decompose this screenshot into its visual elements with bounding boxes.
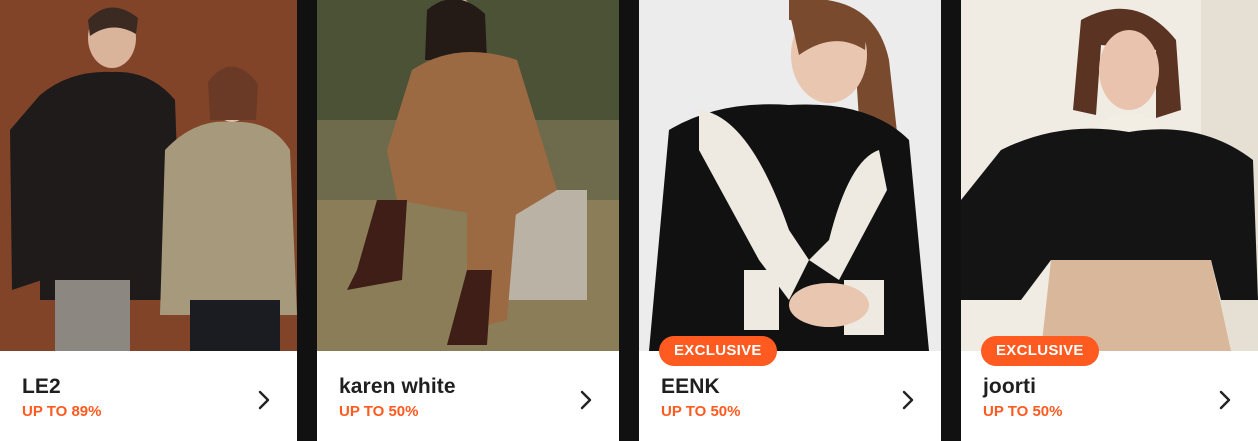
exclusive-badge: EXCLUSIVE xyxy=(659,336,777,366)
exclusive-badge: EXCLUSIVE xyxy=(981,336,1099,366)
brand-name: LE2 xyxy=(22,375,61,398)
brand-card-le2[interactable]: LE2 UP TO 89% xyxy=(0,0,297,441)
brand-card-karen-white[interactable]: karen white UP TO 50% xyxy=(317,0,619,441)
brand-card-joorti[interactable]: EXCLUSIVE joorti UP TO 50% xyxy=(961,0,1258,441)
brand-photo xyxy=(961,0,1258,351)
discount-label: UP TO 50% xyxy=(661,403,741,420)
card-info: LE2 UP TO 89% xyxy=(0,351,297,441)
brand-name: joorti xyxy=(983,375,1037,398)
chevron-right-icon[interactable] xyxy=(1218,389,1232,411)
brand-photo xyxy=(317,0,619,351)
card-info: karen white UP TO 50% xyxy=(317,351,619,441)
chevron-right-icon[interactable] xyxy=(257,389,271,411)
discount-label: UP TO 89% xyxy=(22,403,102,420)
discount-label: UP TO 50% xyxy=(339,403,419,420)
brand-name: EENK xyxy=(661,375,720,398)
chevron-right-icon[interactable] xyxy=(579,389,593,411)
brand-card-eenk[interactable]: EXCLUSIVE EENK UP TO 50% xyxy=(639,0,941,441)
chevron-right-icon[interactable] xyxy=(901,389,915,411)
brand-name: karen white xyxy=(339,375,456,398)
brand-photo xyxy=(0,0,297,351)
brand-photo xyxy=(639,0,941,351)
discount-label: UP TO 50% xyxy=(983,403,1063,420)
